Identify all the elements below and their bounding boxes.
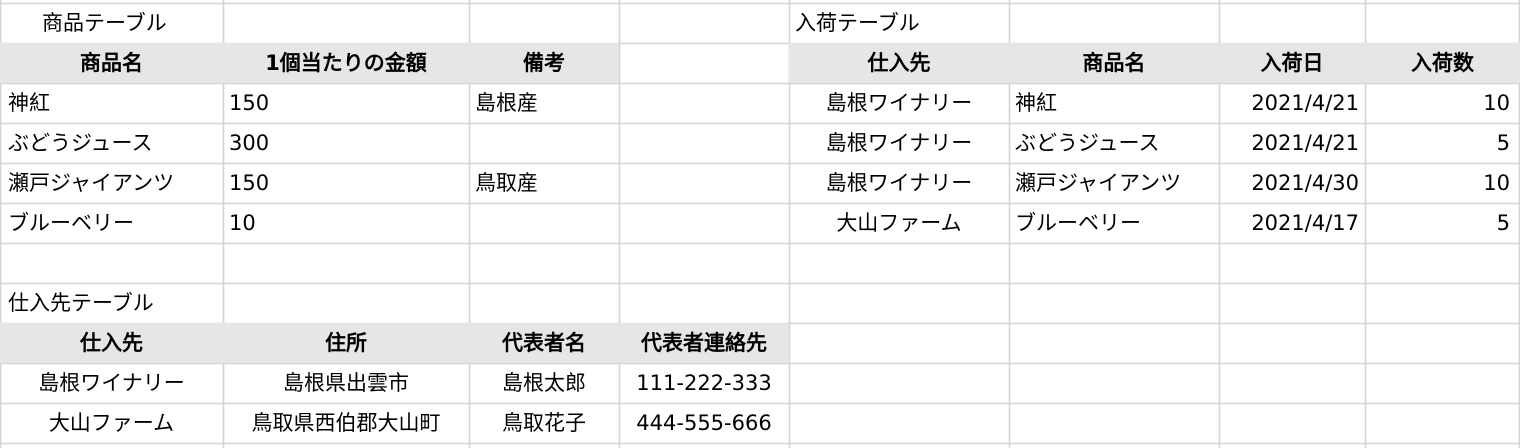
product-row-3-price[interactable]: 150 <box>223 163 469 203</box>
supplier-header-name[interactable]: 仕入先 <box>0 323 223 363</box>
arrival-row-2-product[interactable]: ぶどうジュース <box>1009 123 1219 163</box>
supplier-header-contact[interactable]: 代表者連絡先 <box>619 323 789 363</box>
product-row-2-name[interactable]: ぶどうジュース <box>0 123 223 163</box>
arrival-row-1-product[interactable]: 神紅 <box>1009 83 1219 123</box>
product-table-title[interactable]: 商品テーブル <box>0 3 223 43</box>
arrival-row-4-qty[interactable]: 5 <box>1365 203 1520 243</box>
product-header-price[interactable]: 1個当たりの金額 <box>223 43 469 83</box>
supplier-row-2-address[interactable]: 鳥取県西伯郡大山町 <box>223 403 469 443</box>
arrival-table-title[interactable]: 入荷テーブル <box>789 3 1009 43</box>
arrival-row-2-qty[interactable]: 5 <box>1365 123 1520 163</box>
product-row-2-price[interactable]: 300 <box>223 123 469 163</box>
arrival-header-product[interactable]: 商品名 <box>1009 43 1219 83</box>
supplier-table-title[interactable]: 仕入先テーブル <box>0 283 223 323</box>
arrival-row-4-supplier[interactable]: 大山ファーム <box>789 203 1009 243</box>
arrival-row-4-date[interactable]: 2021/4/17 <box>1219 203 1365 243</box>
product-row-4-note[interactable] <box>469 203 619 243</box>
product-row-2-note[interactable] <box>469 123 619 163</box>
supplier-row-1-name[interactable]: 島根ワイナリー <box>0 363 223 403</box>
supplier-header-address[interactable]: 住所 <box>223 323 469 363</box>
arrival-row-3-qty[interactable]: 10 <box>1365 163 1520 203</box>
supplier-header-rep[interactable]: 代表者名 <box>469 323 619 363</box>
product-row-4-name[interactable]: ブルーベリー <box>0 203 223 243</box>
arrival-row-3-date[interactable]: 2021/4/30 <box>1219 163 1365 203</box>
arrival-row-4-product[interactable]: ブルーベリー <box>1009 203 1219 243</box>
product-row-1-note[interactable]: 島根産 <box>469 83 619 123</box>
arrival-header-supplier[interactable]: 仕入先 <box>789 43 1009 83</box>
product-row-3-note[interactable]: 鳥取産 <box>469 163 619 203</box>
supplier-row-2-contact[interactable]: 444-555-666 <box>619 403 789 443</box>
product-header-note[interactable]: 備考 <box>469 43 619 83</box>
arrival-row-1-date[interactable]: 2021/4/21 <box>1219 83 1365 123</box>
product-row-4-price[interactable]: 10 <box>223 203 469 243</box>
product-row-1-price[interactable]: 150 <box>223 83 469 123</box>
arrival-row-2-supplier[interactable]: 島根ワイナリー <box>789 123 1009 163</box>
supplier-row-2-rep[interactable]: 鳥取花子 <box>469 403 619 443</box>
supplier-row-1-contact[interactable]: 111-222-333 <box>619 363 789 403</box>
spreadsheet-grid[interactable]: 商品テーブル 商品名 1個当たりの金額 備考 神紅 150 島根産 ぶどうジュー… <box>0 0 1520 448</box>
arrival-header-qty[interactable]: 入荷数 <box>1365 43 1520 83</box>
arrival-row-2-date[interactable]: 2021/4/21 <box>1219 123 1365 163</box>
product-header-name[interactable]: 商品名 <box>0 43 223 83</box>
arrival-row-3-product[interactable]: 瀬戸ジャイアンツ <box>1009 163 1219 203</box>
arrival-row-1-qty[interactable]: 10 <box>1365 83 1520 123</box>
product-row-3-name[interactable]: 瀬戸ジャイアンツ <box>0 163 223 203</box>
product-row-1-name[interactable]: 神紅 <box>0 83 223 123</box>
arrival-header-date[interactable]: 入荷日 <box>1219 43 1365 83</box>
arrival-row-1-supplier[interactable]: 島根ワイナリー <box>789 83 1009 123</box>
supplier-row-1-address[interactable]: 島根県出雲市 <box>223 363 469 403</box>
supplier-row-2-name[interactable]: 大山ファーム <box>0 403 223 443</box>
supplier-row-1-rep[interactable]: 島根太郎 <box>469 363 619 403</box>
arrival-row-3-supplier[interactable]: 島根ワイナリー <box>789 163 1009 203</box>
